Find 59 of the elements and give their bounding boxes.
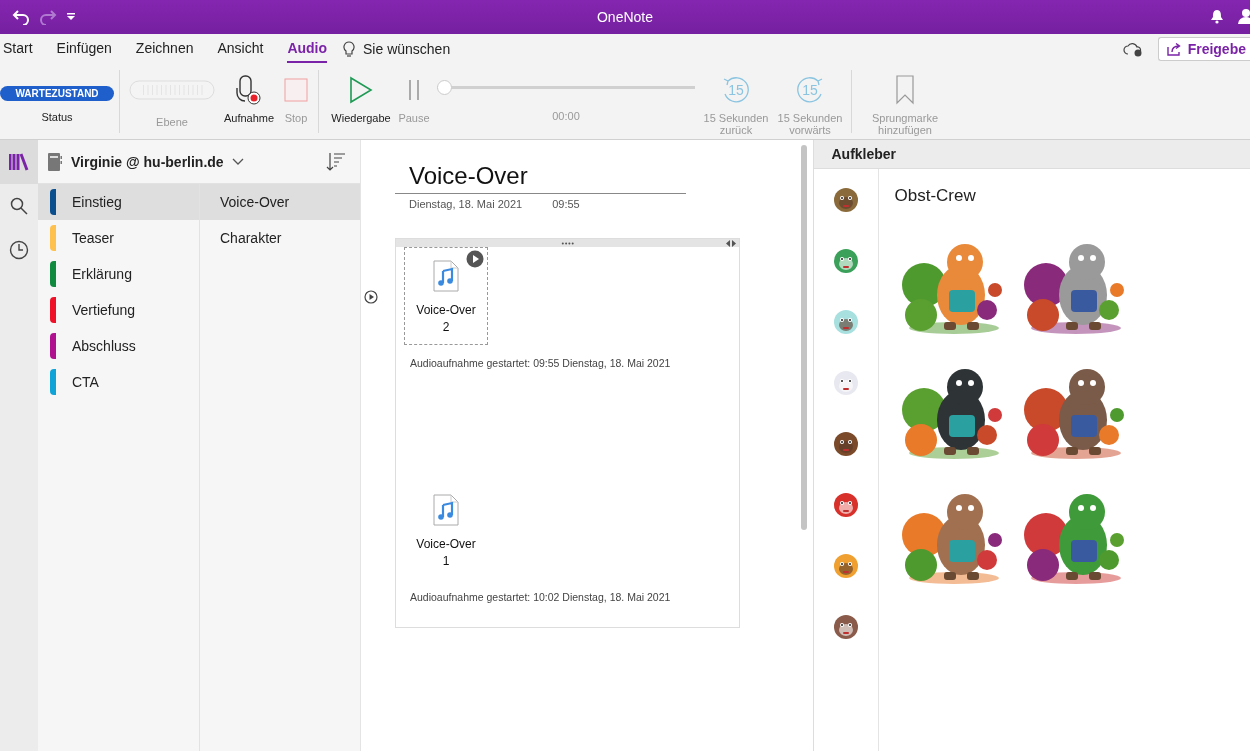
slider-thumb[interactable] xyxy=(437,80,452,95)
clock-icon xyxy=(9,240,29,260)
notebook-icon xyxy=(48,152,62,171)
page-title[interactable]: Voice-Over xyxy=(395,162,686,194)
lightbulb-icon xyxy=(343,40,356,58)
scrollbar-thumb[interactable] xyxy=(800,145,807,530)
window-title: OneNote xyxy=(597,9,653,25)
section-tab[interactable]: Erklärung xyxy=(38,256,199,292)
page-date: Dienstag, 18. Mai 2021 xyxy=(409,198,523,210)
redo-icon[interactable] xyxy=(39,9,57,25)
ribbon-tab[interactable]: Zeichnen xyxy=(135,35,194,63)
audio-file-icon xyxy=(433,494,459,526)
audio-caption: Audioaufnahme gestartet: 09:55 Dienstag, 18. Mai 2021 xyxy=(409,357,672,369)
ribbon-tab[interactable]: Audio xyxy=(287,35,328,63)
ribbon-tab[interactable]: Ansicht xyxy=(217,35,264,63)
page-item[interactable]: Voice-Over xyxy=(200,184,360,220)
status-label: Status xyxy=(41,111,73,123)
search-icon xyxy=(10,197,28,215)
panel-title: Aufkleber xyxy=(831,146,897,162)
resize-handle-icon[interactable] xyxy=(726,240,736,247)
notebooks-button[interactable] xyxy=(0,140,38,184)
expand-panel-icon[interactable] xyxy=(364,290,378,304)
library-icon xyxy=(9,153,29,171)
audio-attachment[interactable]: Voice-Over 1 xyxy=(404,481,488,579)
section-tab[interactable]: Teaser xyxy=(38,220,199,256)
tell-me-field[interactable]: Sie wünschen xyxy=(363,41,451,57)
drag-handle-icon[interactable] xyxy=(560,241,575,245)
audio-attachment[interactable]: Voice-Over 2 xyxy=(404,247,488,345)
caret-icon[interactable] xyxy=(66,12,76,22)
pause-icon xyxy=(407,79,421,101)
status-badge: WARTEZUSTAND xyxy=(0,86,114,101)
chevron-icon xyxy=(231,157,244,166)
play-icon xyxy=(349,76,373,104)
stop-icon xyxy=(284,78,308,102)
notebook-selector[interactable]: Virginie @ hu-berlin.de xyxy=(71,153,244,170)
page-item[interactable]: Charakter xyxy=(200,220,360,256)
play-button[interactable]: Wiedergabe xyxy=(329,64,393,139)
section-tab[interactable]: Vertiefung xyxy=(38,292,199,328)
section-tab[interactable]: CTA xyxy=(38,364,199,400)
person-icon[interactable] xyxy=(1238,8,1250,24)
share-button[interactable]: Freigebe xyxy=(1157,37,1250,61)
cloud-sync-icon[interactable] xyxy=(1122,41,1143,57)
ribbon-tab[interactable]: Start xyxy=(3,35,33,63)
play-icon[interactable] xyxy=(466,250,484,268)
share-icon xyxy=(1166,42,1182,56)
bookmark-icon xyxy=(895,75,915,105)
audio-caption: Audioaufnahme gestartet: 10:02 Dienstag, 18. Mai 2021 xyxy=(409,591,672,603)
section-tab[interactable]: Einstieg xyxy=(38,184,199,220)
record-button[interactable]: Aufnahme xyxy=(222,64,276,139)
audio-file-icon xyxy=(433,260,459,292)
ribbon-tab[interactable]: Einfügen xyxy=(56,35,112,63)
sort-icon[interactable] xyxy=(326,151,346,172)
undo-icon[interactable] xyxy=(12,9,30,25)
section-tab[interactable]: Abschluss xyxy=(38,328,199,364)
page-time: 09:55 xyxy=(552,198,580,210)
playback-time: 00:00 xyxy=(552,110,580,122)
microphone-record-icon xyxy=(234,74,264,106)
bell-icon[interactable] xyxy=(1210,9,1224,24)
sticker-pack-title: Obst-Crew xyxy=(894,186,977,206)
